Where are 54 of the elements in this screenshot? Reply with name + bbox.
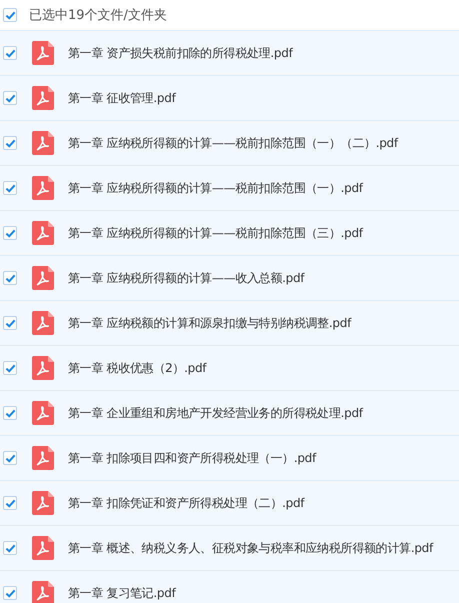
checkbox[interactable]	[3, 496, 17, 510]
checkbox[interactable]	[3, 8, 17, 22]
file-name: 第一章 应纳税所得额的计算——收入总额.pdf	[68, 270, 304, 286]
file-row[interactable]: 第一章 应纳税所得额的计算——税前扣除范围（三）.pdf	[0, 210, 459, 255]
file-name: 第一章 资产损失税前扣除的所得税处理.pdf	[68, 44, 292, 62]
file-name: 第一章 复习笔记.pdf	[68, 584, 176, 602]
file-row[interactable]: 第一章 应纳税所得额的计算——收入总额.pdf	[0, 255, 459, 300]
file-name: 第一章 应纳税额的计算和源泉扣缴与特别纳税调整.pdf	[68, 314, 351, 332]
file-name: 第一章 征收管理.pdf	[68, 90, 176, 106]
checkbox[interactable]	[3, 541, 17, 555]
file-row[interactable]: 第一章 企业重组和房地产开发经营业务的所得税处理.pdf	[0, 390, 459, 435]
pdf-file-icon	[32, 356, 54, 380]
file-name: 第一章 企业重组和房地产开发经营业务的所得税处理.pdf	[68, 404, 363, 422]
checkbox[interactable]	[3, 226, 17, 240]
pdf-file-icon	[32, 221, 54, 245]
checkbox[interactable]	[3, 91, 17, 105]
checkbox[interactable]	[3, 316, 17, 330]
file-row[interactable]: 第一章 应纳税所得额的计算——税前扣除范围（一）.pdf	[0, 165, 459, 210]
file-row[interactable]: 第一章 应纳税额的计算和源泉扣缴与特别纳税调整.pdf	[0, 300, 459, 345]
file-row[interactable]: 第一章 扣除项目四和资产所得税处理（一）.pdf	[0, 435, 459, 480]
pdf-file-icon	[32, 266, 54, 290]
file-name: 第一章 税收优惠（2）.pdf	[68, 360, 206, 376]
file-name: 第一章 扣除项目四和资产所得税处理（一）.pdf	[68, 450, 316, 466]
pdf-file-icon	[32, 176, 54, 200]
checkbox[interactable]	[3, 361, 17, 375]
pdf-file-icon	[32, 536, 54, 560]
pdf-file-icon	[32, 86, 54, 110]
file-name: 第一章 应纳税所得额的计算——税前扣除范围（一）（二）.pdf	[68, 134, 398, 152]
file-row[interactable]: 第一章 资产损失税前扣除的所得税处理.pdf	[0, 30, 459, 75]
checkbox[interactable]	[3, 46, 17, 60]
file-name: 第一章 应纳税所得额的计算——税前扣除范围（一）.pdf	[68, 180, 363, 196]
file-row[interactable]: 第一章 扣除凭证和资产所得税处理（二）.pdf	[0, 480, 459, 525]
file-row[interactable]: 第一章 概述、纳税义务人、征税对象与税率和应纳税所得额的计算.pdf	[0, 525, 459, 570]
file-row[interactable]: 第一章 复习笔记.pdf	[0, 570, 459, 603]
checkbox[interactable]	[3, 586, 17, 600]
pdf-file-icon	[32, 131, 54, 155]
pdf-file-icon	[32, 446, 54, 470]
file-name: 第一章 应纳税所得额的计算——税前扣除范围（三）.pdf	[68, 224, 363, 242]
selection-count: 已选中19个文件/文件夹	[29, 7, 167, 24]
file-row[interactable]: 第一章 应纳税所得额的计算——税前扣除范围（一）（二）.pdf	[0, 120, 459, 165]
file-name: 第一章 概述、纳税义务人、征税对象与税率和应纳税所得额的计算.pdf	[68, 540, 433, 556]
checkbox[interactable]	[3, 271, 17, 285]
checkbox[interactable]	[3, 406, 17, 420]
pdf-file-icon	[32, 41, 54, 65]
pdf-file-icon	[32, 491, 54, 515]
checkbox[interactable]	[3, 136, 17, 150]
pdf-file-icon	[32, 401, 54, 425]
pdf-file-icon	[32, 311, 54, 335]
checkbox[interactable]	[3, 181, 17, 195]
file-row[interactable]: 第一章 税收优惠（2）.pdf	[0, 345, 459, 390]
pdf-file-icon	[32, 581, 54, 603]
checkbox[interactable]	[3, 451, 17, 465]
file-name: 第一章 扣除凭证和资产所得税处理（二）.pdf	[68, 494, 304, 512]
file-row[interactable]: 第一章 征收管理.pdf	[0, 75, 459, 120]
